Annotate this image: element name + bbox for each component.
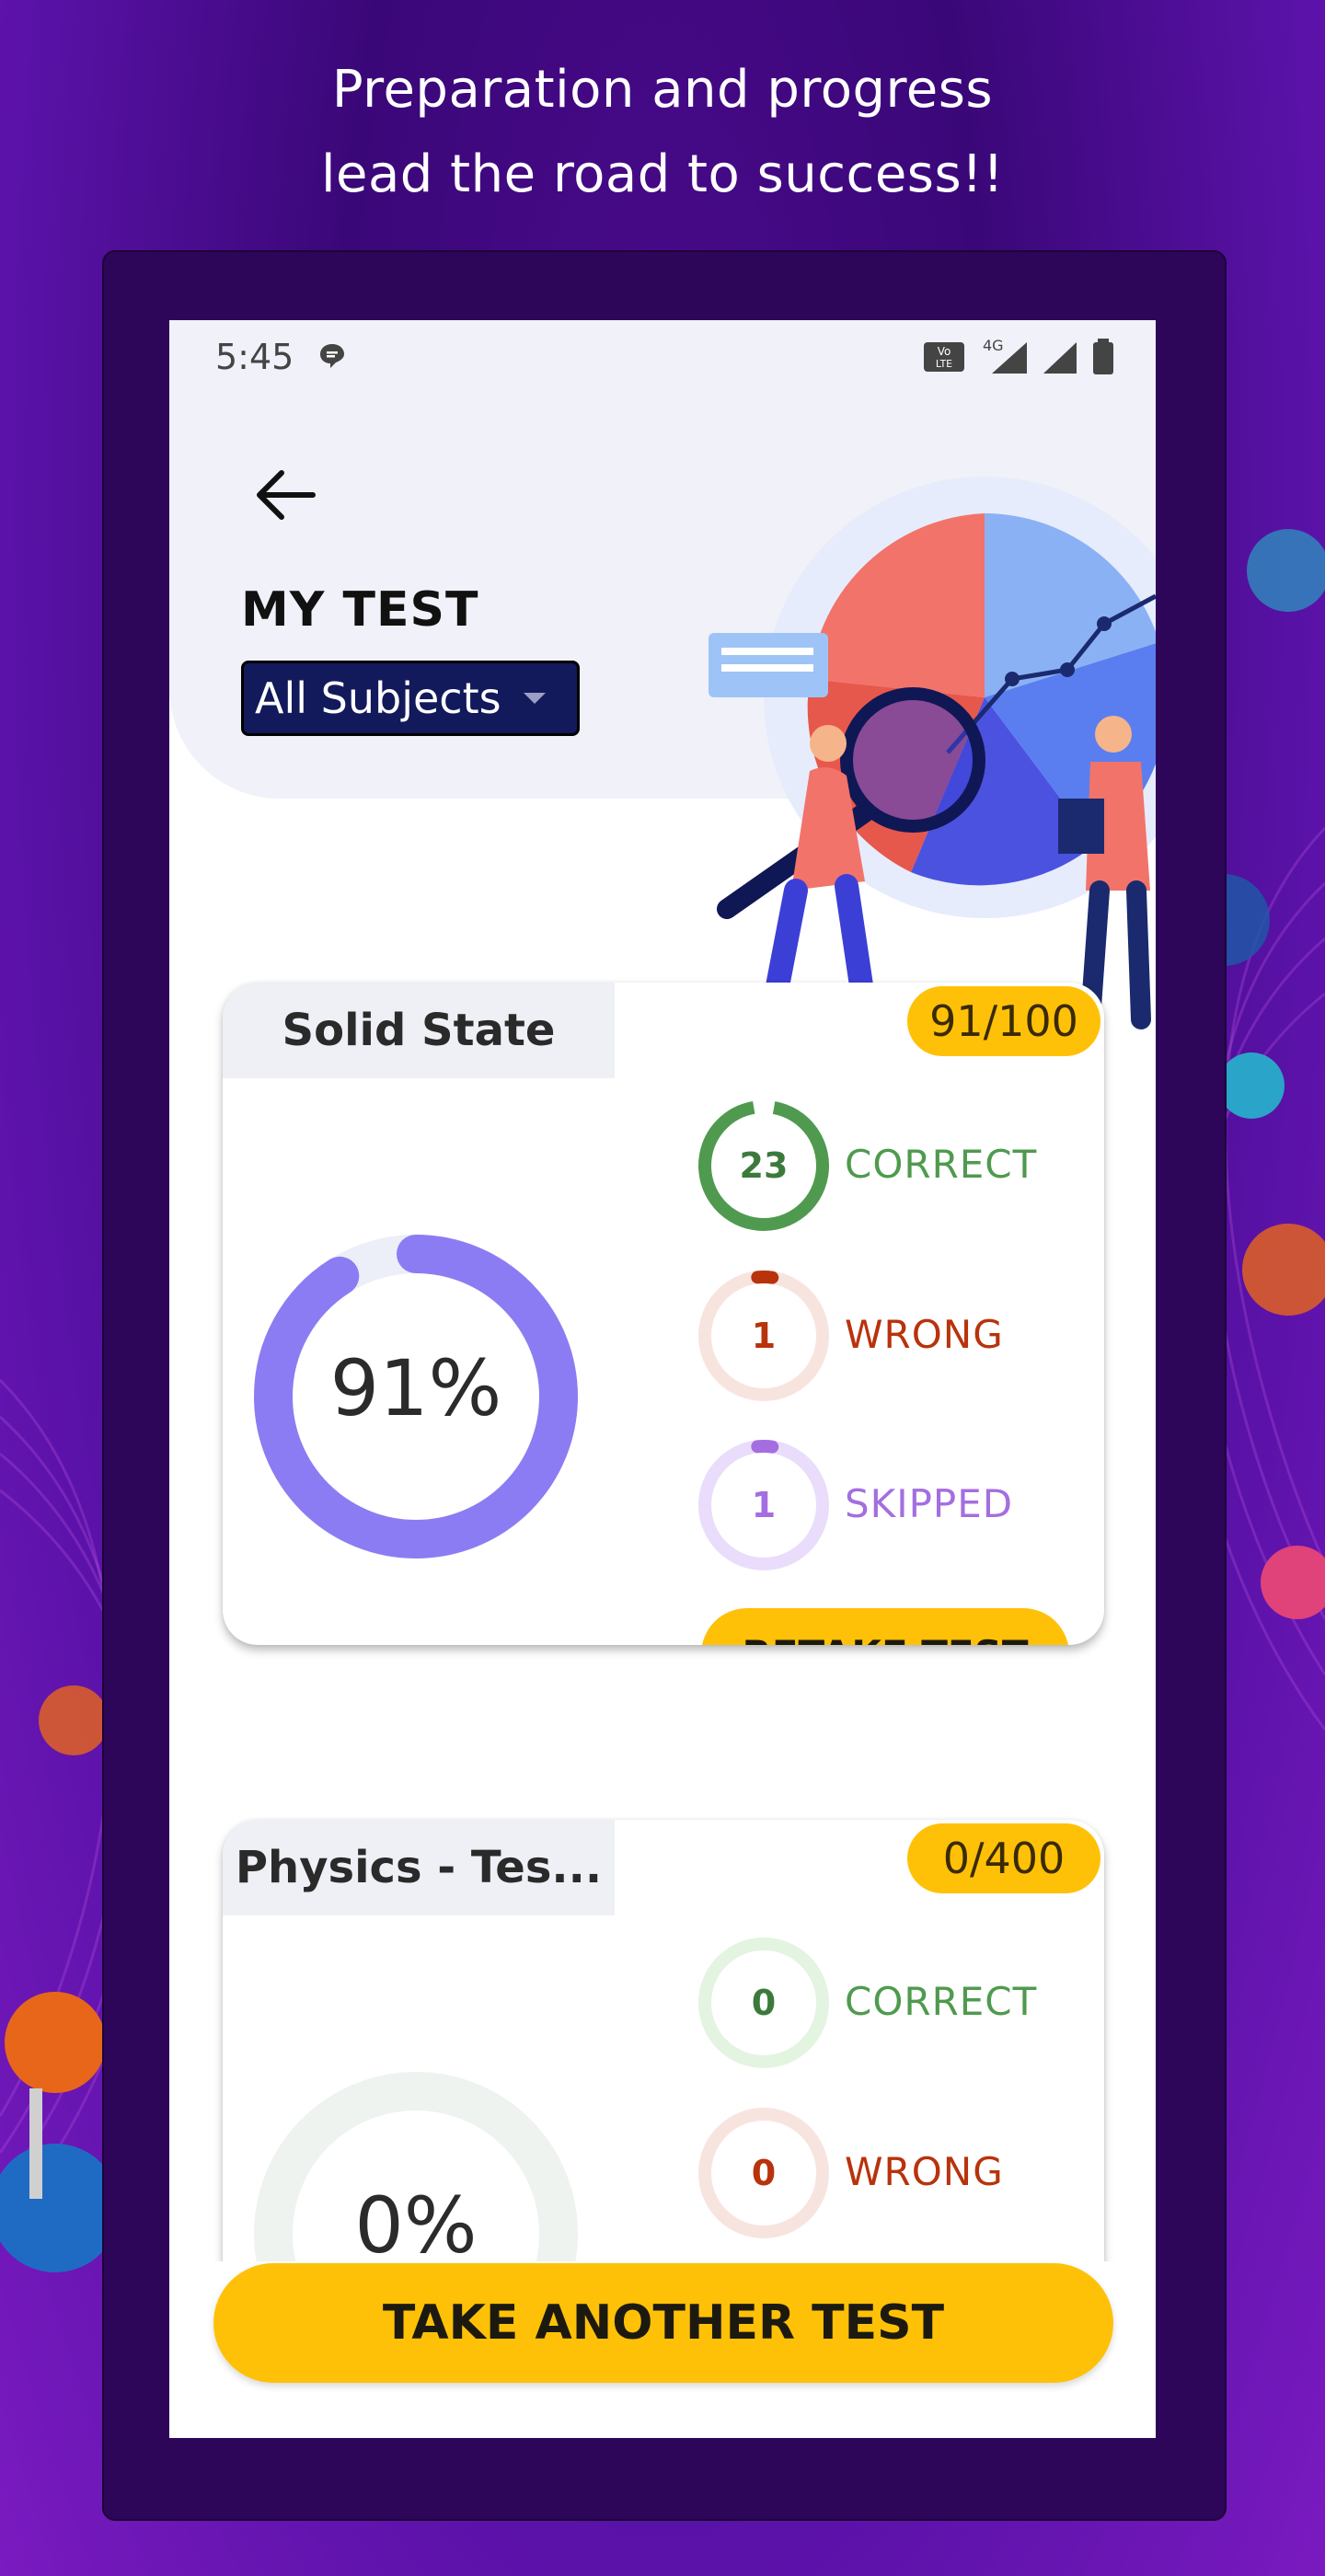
status-icons: Vo LTE 4G — [922, 337, 1115, 375]
skipped-stat: 1 SKIPPED — [696, 1437, 1082, 1575]
subject-filter-value: All Subjects — [255, 673, 501, 723]
status-time: 5:45 — [215, 337, 294, 377]
message-icon — [320, 344, 344, 368]
score-badge: 91/100 — [907, 986, 1100, 1056]
page-title: MY TEST — [241, 582, 479, 638]
skipped-label: SKIPPED — [845, 1481, 1014, 1526]
skipped-count: 1 — [751, 1485, 777, 1525]
percentage-label: 91% — [329, 1343, 502, 1433]
test-name: Solid State — [223, 983, 615, 1078]
headline-line-2: lead the road to success!! — [320, 144, 1005, 204]
headline-line-1: Preparation and progress — [331, 60, 994, 120]
volte-icon: Vo LTE — [924, 342, 964, 372]
signal-4g-icon: 4G — [979, 337, 1029, 375]
wrong-stat: 1 WRONG — [696, 1268, 1082, 1406]
take-another-test-button[interactable]: TAKE ANOTHER TEST — [213, 2263, 1113, 2383]
correct-stat: 0 CORRECT — [696, 1935, 1082, 2073]
correct-stat: 23 CORRECT — [696, 1098, 1082, 1236]
correct-count: 23 — [739, 1145, 789, 1186]
wrong-count: 0 — [751, 2153, 777, 2193]
score-badge: 0/400 — [907, 1823, 1100, 1893]
test-result-card[interactable]: Solid State 91/100 91% 23 CORRECT 1 WRON… — [223, 983, 1104, 1645]
wrong-label: WRONG — [845, 2149, 1004, 2194]
app-screen: 5:45 Vo LTE 4G MY TEST All Subjects Soli… — [169, 320, 1156, 2438]
correct-label: CORRECT — [845, 1979, 1038, 2024]
correct-label: CORRECT — [845, 1142, 1038, 1187]
retake-test-button[interactable]: RETAKE TEST — [701, 1608, 1069, 1645]
back-arrow-icon[interactable] — [248, 458, 322, 532]
wrong-stat: 0 WRONG — [696, 2105, 1082, 2243]
correct-count: 0 — [751, 1983, 777, 2023]
svg-text:Vo: Vo — [938, 345, 951, 358]
signal-icon — [1043, 342, 1077, 374]
test-name: Physics - Tes... — [223, 1820, 615, 1915]
wrong-label: WRONG — [845, 1312, 1004, 1357]
wrong-count: 1 — [751, 1316, 777, 1356]
svg-text:LTE: LTE — [936, 358, 952, 370]
dropdown-caret-icon — [523, 693, 546, 704]
subject-filter-dropdown[interactable]: All Subjects — [241, 661, 580, 736]
percentage-label: 0% — [354, 2180, 478, 2271]
headline: Preparation and progress lead the road t… — [0, 48, 1325, 217]
status-bar: 5:45 Vo LTE 4G — [169, 320, 1156, 394]
battery-icon — [1093, 339, 1113, 374]
